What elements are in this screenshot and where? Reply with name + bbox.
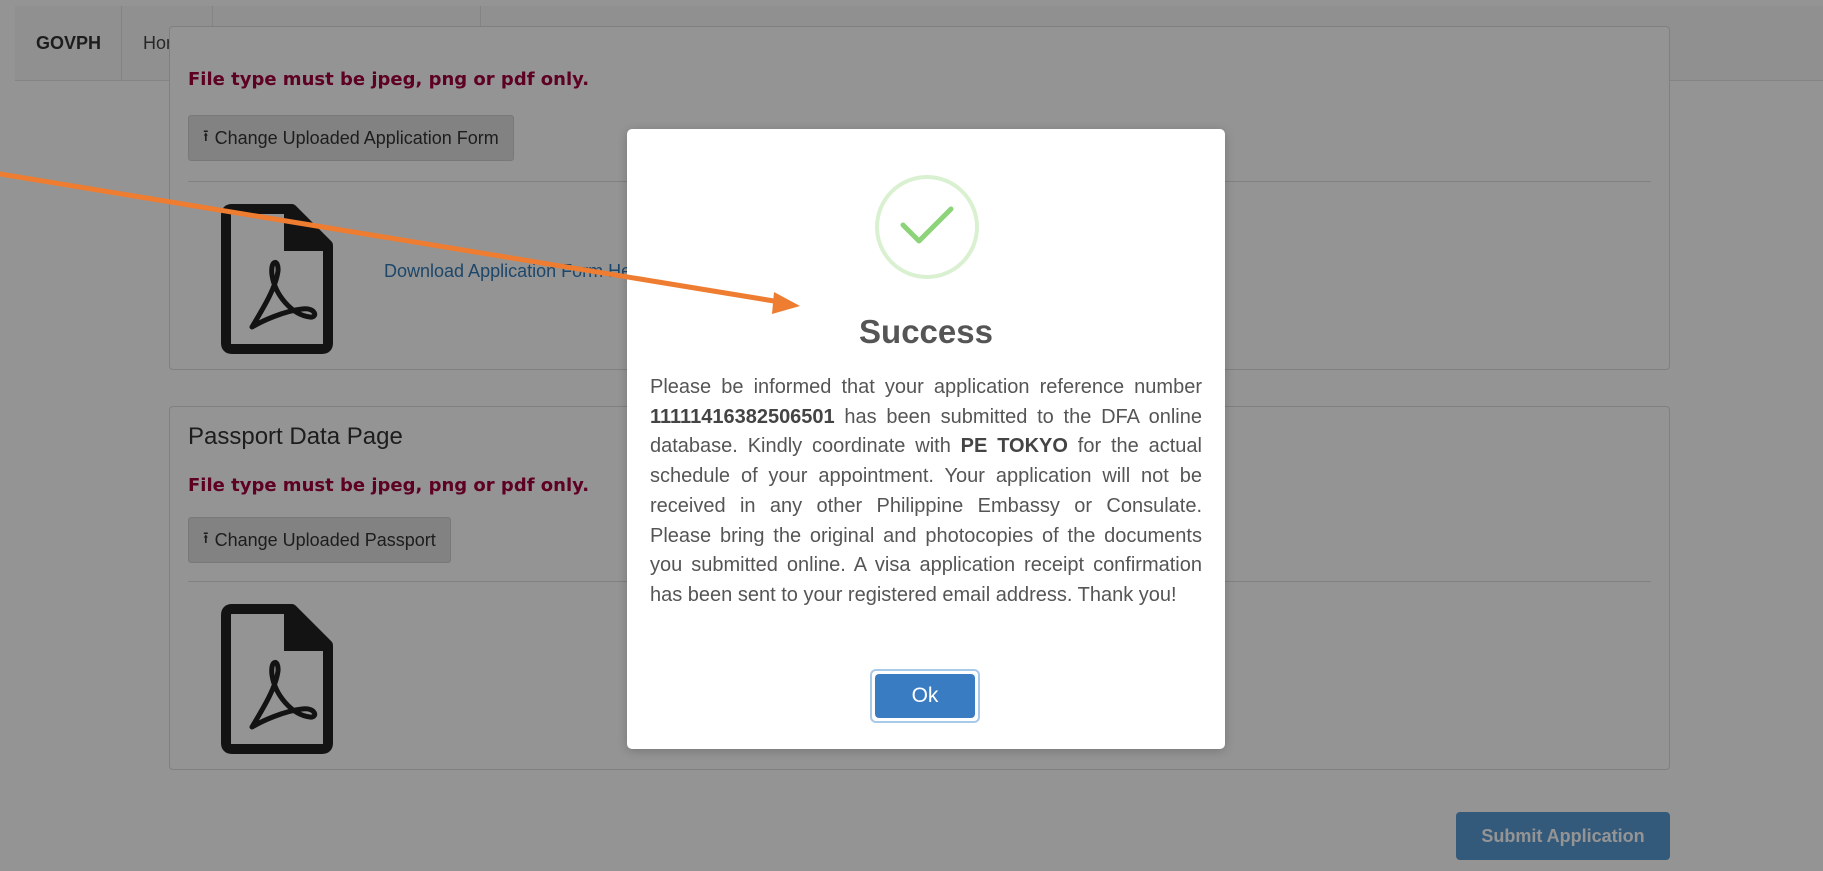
modal-title: Success [859, 313, 993, 350]
message-text: for the actual schedule of your appointm… [650, 435, 1202, 606]
reference-number: 11111416382506501 [650, 405, 835, 428]
success-icon [875, 175, 979, 279]
success-modal: Success Please be informed that your app… [627, 129, 1225, 749]
check-icon [900, 206, 954, 244]
message-text: Please be informed that your application… [650, 376, 1202, 398]
ok-button[interactable]: Ok [875, 674, 975, 718]
ok-button-focus-ring: Ok [870, 669, 980, 723]
modal-message: Please be informed that your application… [650, 373, 1202, 611]
post-name: PE TOKYO [960, 435, 1068, 458]
